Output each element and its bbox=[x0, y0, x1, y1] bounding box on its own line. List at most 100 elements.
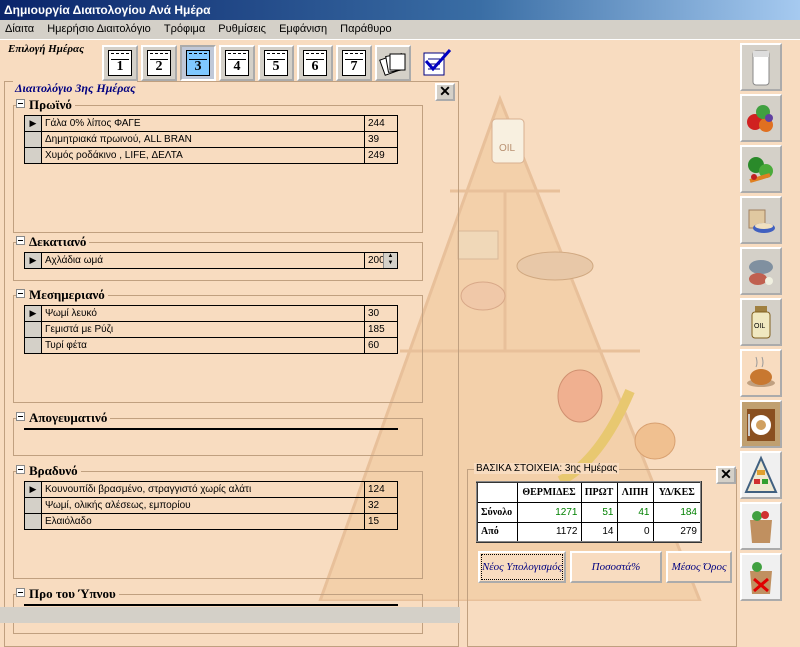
row-selector[interactable] bbox=[24, 131, 42, 148]
table-row[interactable]: ▶ Ψωμί λευκό 30 bbox=[24, 305, 398, 322]
day-3-button[interactable]: 3 bbox=[180, 45, 216, 81]
tool-cereals-button[interactable] bbox=[740, 196, 782, 244]
row-selector[interactable]: ▶ bbox=[24, 481, 42, 498]
menu-diet[interactable]: Δίαιτα bbox=[0, 20, 39, 35]
tool-meat-fish-button[interactable] bbox=[740, 247, 782, 295]
average-button[interactable]: Μέσος Όρος bbox=[666, 551, 732, 583]
close-icon: ✕ bbox=[439, 83, 451, 99]
quantity-cell[interactable]: 249 bbox=[364, 147, 398, 164]
tool-food-pyramid-button[interactable] bbox=[740, 451, 782, 499]
groceries-remove-icon bbox=[750, 562, 772, 594]
total-carbs: 184 bbox=[652, 501, 702, 523]
calendar-icon: 4 bbox=[225, 50, 249, 76]
day-7-button[interactable]: 7 bbox=[336, 45, 372, 81]
day-number: 6 bbox=[311, 59, 319, 74]
menu-view[interactable]: Εμφάνιση bbox=[274, 20, 332, 35]
collapse-icon[interactable] bbox=[16, 236, 25, 245]
food-name-cell[interactable]: Δημητριακά πρωινού, ALL BRAN bbox=[41, 131, 365, 148]
table-row[interactable]: ▶ Γάλα 0% λίπος ΦΑΓΕ 244 bbox=[24, 115, 398, 132]
new-calculation-button[interactable]: Νέος Υπολογισμός bbox=[478, 551, 566, 583]
row-selector[interactable] bbox=[24, 513, 42, 530]
menu-settings[interactable]: Ρυθμίσεις bbox=[213, 20, 271, 35]
tool-groceries-button[interactable] bbox=[740, 502, 782, 550]
row-selector[interactable] bbox=[24, 497, 42, 514]
day-2-button[interactable]: 2 bbox=[141, 45, 177, 81]
window-title: Δημιουργία Διαιτολογίου Ανά Ημέρα bbox=[4, 3, 211, 17]
svg-text:OIL: OIL bbox=[499, 143, 516, 154]
quantity-cell[interactable]: 60 bbox=[364, 337, 398, 354]
confirm-list-button[interactable] bbox=[418, 45, 454, 81]
table-row[interactable]: ▶ Αχλάδια ωμά 200 ▲ ▼ bbox=[24, 252, 398, 269]
tool-oil-button[interactable]: OIL bbox=[740, 298, 782, 346]
quantity-cell[interactable]: 124 bbox=[364, 481, 398, 498]
table-row[interactable]: Γεμιστά με Ρύζι 185 bbox=[24, 321, 398, 338]
food-name-cell[interactable]: Γεμιστά με Ρύζι bbox=[41, 321, 365, 338]
row-selector[interactable] bbox=[24, 321, 42, 338]
tool-fruits-button[interactable] bbox=[740, 94, 782, 142]
tool-groceries-remove-button[interactable] bbox=[740, 553, 782, 601]
food-grid: ▶ Αχλάδια ωμά 200 ▲ ▼ bbox=[24, 252, 398, 269]
quantity-cell[interactable]: 244 bbox=[364, 115, 398, 132]
section-header[interactable]: Δεκατιανό bbox=[16, 234, 90, 250]
quantity-cell[interactable]: 15 bbox=[364, 513, 398, 530]
table-row[interactable]: ▶ Κουνουπίδι βρασμένο, στραγγιστό χωρίς α… bbox=[24, 481, 398, 498]
row-label-from: Από bbox=[476, 521, 518, 543]
table-row[interactable]: Ψωμί, ολικής αλέσεως, εμπορίου 32 bbox=[24, 497, 398, 514]
quantity-cell[interactable]: 200 ▲ ▼ bbox=[364, 252, 398, 269]
stats-close-button[interactable]: ✕ bbox=[716, 466, 736, 484]
quantity-cell[interactable]: 30 bbox=[364, 305, 398, 322]
table-row[interactable]: Δημητριακά πρωινού, ALL BRAN 39 bbox=[24, 131, 398, 148]
collapse-icon[interactable] bbox=[16, 412, 25, 421]
food-name-cell[interactable]: Τυρί φέτα bbox=[41, 337, 365, 354]
section-lunch: Μεσημεριανό ▶ Ψωμί λευκό 30 Γεμιστά με Ρύζ… bbox=[13, 287, 423, 403]
day-6-button[interactable]: 6 bbox=[297, 45, 333, 81]
section-header[interactable]: Μεσημεριανό bbox=[16, 287, 108, 303]
quantity-spinner[interactable]: ▲ ▼ bbox=[383, 253, 397, 268]
food-name-cell[interactable]: Κουνουπίδι βρασμένο, στραγγιστό χωρίς αλ… bbox=[41, 481, 365, 498]
food-name-cell[interactable]: Αχλάδια ωμά bbox=[41, 252, 365, 269]
tool-milk-button[interactable] bbox=[740, 43, 782, 91]
row-selector[interactable]: ▶ bbox=[24, 305, 42, 322]
quantity-cell[interactable]: 32 bbox=[364, 497, 398, 514]
day-4-button[interactable]: 4 bbox=[219, 45, 255, 81]
all-days-button[interactable] bbox=[375, 45, 411, 81]
food-name-cell[interactable]: Ψωμί λευκό bbox=[41, 305, 365, 322]
collapse-icon[interactable] bbox=[16, 465, 25, 474]
table-row: Από 1172 14 0 279 bbox=[476, 521, 702, 543]
collapse-icon[interactable] bbox=[16, 289, 25, 298]
diet-panel-close-button[interactable]: ✕ bbox=[435, 83, 455, 101]
tool-meal-plate-button[interactable] bbox=[740, 400, 782, 448]
food-name-cell[interactable]: Γάλα 0% λίπος ΦΑΓΕ bbox=[41, 115, 365, 132]
row-selector[interactable]: ▶ bbox=[24, 115, 42, 132]
day-5-button[interactable]: 5 bbox=[258, 45, 294, 81]
food-name-cell[interactable]: Ελαιόλαδο bbox=[41, 513, 365, 530]
row-selector[interactable] bbox=[24, 337, 42, 354]
day-number: 4 bbox=[233, 59, 241, 74]
section-header[interactable]: Βραδυνό bbox=[16, 463, 81, 479]
tool-vegetables-button[interactable] bbox=[740, 145, 782, 193]
food-name-cell[interactable]: Χυμός ροδάκινο , LIFE, ΔΕΛΤΑ bbox=[41, 147, 365, 164]
menu-foods[interactable]: Τρόφιμα bbox=[159, 20, 210, 35]
quantity-cell[interactable]: 39 bbox=[364, 131, 398, 148]
table-row[interactable]: Ελαιόλαδο 15 bbox=[24, 513, 398, 530]
section-header[interactable]: Πρωϊνό bbox=[16, 97, 75, 113]
menu-window[interactable]: Παράθυρο bbox=[335, 20, 396, 35]
total-protein: 51 bbox=[580, 501, 618, 523]
diet-panel: Διαιτολόγιο 3ης Ημέρας ✕ Πρωϊνό ▶ Γάλα 0%… bbox=[4, 81, 459, 647]
row-selector[interactable] bbox=[24, 147, 42, 164]
section-header[interactable]: Προ του Ύπνου bbox=[16, 586, 119, 602]
quantity-cell[interactable]: 185 bbox=[364, 321, 398, 338]
horizontal-scrollbar[interactable] bbox=[0, 607, 460, 623]
food-name-cell[interactable]: Ψωμί, ολικής αλέσεως, εμπορίου bbox=[41, 497, 365, 514]
stats-table: ΘΕΡΜΙΔΕΣ ΠΡΩΤ ΛΙΠΗ ΥΔ/ΚΕΣ Σύνολο 1271 51… bbox=[476, 481, 702, 543]
day-1-button[interactable]: 1 bbox=[102, 45, 138, 81]
percentages-button[interactable]: Ποσοστά% bbox=[570, 551, 662, 583]
row-selector[interactable]: ▶ bbox=[24, 252, 42, 269]
collapse-icon[interactable] bbox=[16, 588, 25, 597]
table-row[interactable]: Χυμός ροδάκινο , LIFE, ΔΕΛΤΑ 249 bbox=[24, 147, 398, 164]
tool-cooked-food-button[interactable] bbox=[740, 349, 782, 397]
section-header[interactable]: Απογευματινό bbox=[16, 410, 111, 426]
collapse-icon[interactable] bbox=[16, 99, 25, 108]
table-row[interactable]: Τυρί φέτα 60 bbox=[24, 337, 398, 354]
menu-daily-diet[interactable]: Ημερήσιο Διαιτολόγιο bbox=[42, 20, 156, 35]
